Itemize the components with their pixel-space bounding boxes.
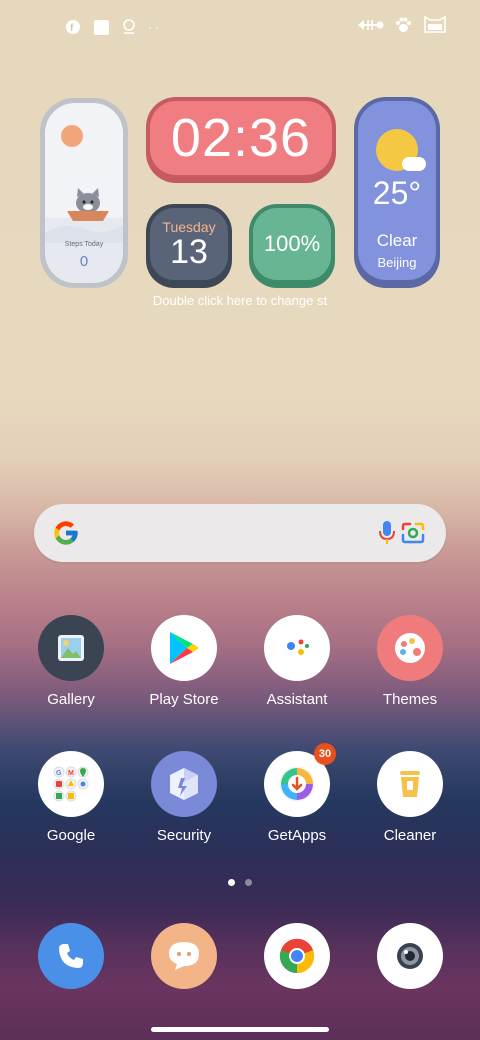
app-gallery[interactable]: Gallery — [16, 615, 126, 708]
app-themes[interactable]: Themes — [355, 615, 465, 708]
clock-time: 02:36 — [150, 101, 332, 175]
chrome-icon — [279, 938, 315, 974]
themes-icon — [377, 615, 443, 681]
more-dots-icon: ·· — [148, 19, 162, 35]
app-label: Play Store — [149, 691, 219, 708]
paw-icon — [394, 16, 412, 34]
page-dot-active[interactable] — [228, 879, 235, 886]
mic-icon[interactable] — [377, 520, 397, 546]
google-g-icon — [54, 521, 78, 545]
widget-hint-text[interactable]: Double click here to change st — [120, 293, 360, 308]
battery-percent: 100% — [253, 208, 331, 280]
status-bar-right — [356, 16, 448, 34]
square-notification-icon — [92, 18, 110, 36]
gallery-icon — [38, 615, 104, 681]
date-day: 13 — [170, 233, 208, 271]
location-pin-icon — [120, 18, 138, 36]
assistant-icon — [264, 615, 330, 681]
app-google-folder[interactable]: G M Google — [16, 751, 126, 844]
cleaner-icon — [377, 751, 443, 817]
weather-condition: Clear — [376, 231, 418, 250]
app-security[interactable]: Security — [129, 751, 239, 844]
fish-bone-icon — [356, 16, 384, 34]
svg-text:M: M — [68, 770, 74, 777]
app-label: Gallery — [47, 691, 95, 708]
app-label: Security — [156, 827, 212, 844]
app-label: Themes — [382, 691, 438, 708]
getapps-icon: 30 — [264, 743, 336, 817]
google-lens-icon[interactable] — [400, 521, 426, 545]
play-store-icon — [151, 615, 217, 681]
dock-messaging-app[interactable] — [151, 923, 217, 989]
notification-badge: 30 — [314, 743, 336, 765]
app-assistant[interactable]: Assistant — [242, 615, 352, 708]
status-bar-left: f ·· — [64, 18, 161, 36]
google-folder-icon: G M — [38, 751, 104, 817]
messaging-icon — [169, 942, 199, 970]
camera-icon — [397, 943, 423, 969]
dock-camera-app[interactable] — [377, 923, 443, 989]
svg-text:G: G — [56, 770, 62, 777]
cat-battery-icon — [422, 16, 448, 34]
dock-phone-app[interactable] — [38, 923, 104, 989]
cloud-icon — [402, 157, 426, 171]
app-label: Cleaner — [383, 827, 437, 844]
home-gesture-bar[interactable] — [151, 1027, 329, 1032]
app-play-store[interactable]: Play Store — [129, 615, 239, 708]
security-icon — [151, 751, 217, 817]
hills-illustration — [45, 225, 123, 243]
clock-widget[interactable]: 02:36 — [146, 97, 336, 183]
steps-value: 0 — [79, 253, 89, 270]
app-label: Assistant — [266, 691, 328, 708]
app-cleaner[interactable]: Cleaner — [355, 751, 465, 844]
steps-label: Steps Today — [64, 241, 104, 248]
dock-chrome-app[interactable] — [264, 923, 330, 989]
app-label: Google — [46, 827, 96, 844]
steps-widget[interactable]: Steps Today 0 — [40, 98, 128, 288]
battery-widget[interactable]: 100% — [249, 204, 335, 288]
app-label: GetApps — [267, 827, 327, 844]
app-getapps[interactable]: 30 GetApps — [242, 743, 352, 844]
weather-widget[interactable]: 25° Clear Beijing — [354, 97, 440, 288]
phone-icon — [59, 944, 83, 968]
date-widget[interactable]: Tuesday 13 — [146, 204, 232, 288]
google-search-bar[interactable] — [34, 504, 446, 562]
page-indicator[interactable] — [228, 879, 252, 886]
sun-illustration — [61, 125, 83, 147]
weather-city: Beijing — [377, 255, 417, 270]
f-notification-icon: f — [64, 18, 82, 36]
weather-temperature: 25° — [372, 175, 422, 211]
page-dot[interactable] — [245, 879, 252, 886]
